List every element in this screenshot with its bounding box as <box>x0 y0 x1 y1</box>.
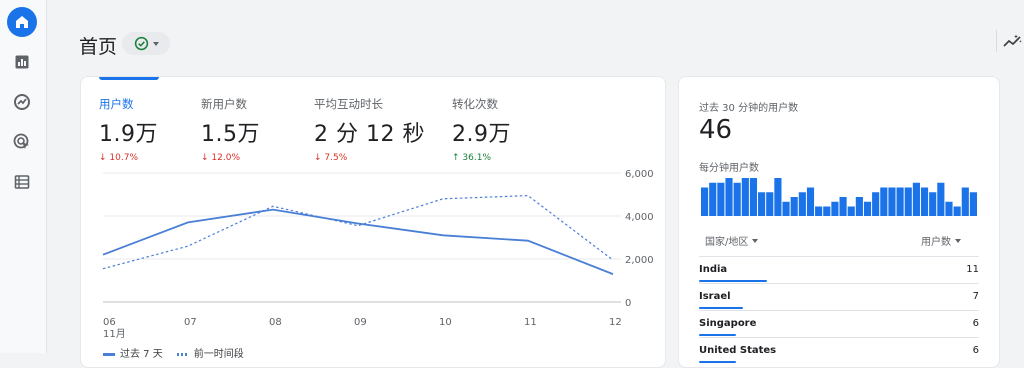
per-minute-bar <box>774 178 782 216</box>
per-minute-bar <box>701 187 709 216</box>
per-minute-bar <box>920 187 929 216</box>
x-tick-label: 11 <box>524 317 537 328</box>
y-tick-label: 0 <box>625 298 631 309</box>
insights-icon <box>1003 34 1022 47</box>
home-icon <box>16 16 28 28</box>
share-bar <box>699 334 737 336</box>
per-minute-bar <box>790 197 798 216</box>
per-minute-bar <box>912 182 920 216</box>
country-name: Israel <box>699 291 731 302</box>
realtime-users-value: 46 <box>699 115 733 145</box>
users-line-chart: 6,000 4,000 2,000 0 06 07 08 09 10 11 12 11月 <box>102 169 654 340</box>
y-tick-label: 4,000 <box>625 212 654 223</box>
nav-rail <box>0 0 47 353</box>
country-users: 11 <box>966 264 979 275</box>
data-status-dropdown[interactable] <box>122 32 170 55</box>
x-tick-label: 08 <box>269 317 282 328</box>
per-minute-bar <box>969 192 977 216</box>
per-minute-bar <box>798 192 806 216</box>
table-row: Singapore 6 <box>699 310 979 338</box>
per-minute-bar <box>904 187 912 216</box>
explore-nav-button[interactable] <box>12 92 32 112</box>
country-dimension-dropdown[interactable]: 国家/地区 <box>705 233 759 248</box>
per-minute-bar <box>863 201 872 216</box>
share-bar <box>699 307 743 309</box>
per-minute-bar-chart <box>701 178 977 216</box>
per-minute-bar <box>937 182 945 216</box>
realtime-title: 过去 30 分钟的用户数 <box>699 103 799 114</box>
x-tick-label: 09 <box>354 317 367 328</box>
x-tick-sublabel: 11月 <box>103 328 126 340</box>
per-minute-bar <box>823 206 831 216</box>
per-minute-bar <box>880 187 888 216</box>
users-metric-dropdown[interactable]: 用户数 <box>921 233 961 248</box>
overview-card: 用户数 1.9万 ↓ 10.7% 新用户数 1.5万 ↓ 12.0% 平均互动时… <box>80 76 666 368</box>
per-minute-bar <box>888 187 896 216</box>
per-minute-bar <box>855 197 863 216</box>
realtime-card: 过去 30 分钟的用户数 46 每分钟用户数 国家/地区 用户数 India 1… <box>678 76 1000 368</box>
reports-icon <box>15 55 29 69</box>
table-row: India 11 <box>699 256 979 284</box>
previous-period-line <box>102 194 614 270</box>
per-minute-bar <box>741 178 749 216</box>
per-minute-bar <box>896 187 904 216</box>
country-name: India <box>699 264 728 275</box>
per-minute-bar <box>815 206 823 216</box>
per-minute-bar <box>953 206 961 216</box>
per-minute-bar <box>839 197 847 216</box>
x-tick-label: 12 <box>609 317 622 328</box>
current-period-line <box>102 208 614 275</box>
country-name: United States <box>699 345 777 356</box>
home-nav-button[interactable] <box>7 7 37 37</box>
advertising-nav-button[interactable] <box>12 132 32 152</box>
per-minute-bar <box>782 201 790 216</box>
per-minute-label: 每分钟用户数 <box>699 163 759 174</box>
country-name: Singapore <box>699 318 757 329</box>
insights-button[interactable] <box>996 30 1023 52</box>
per-minute-bar <box>929 192 937 216</box>
country-users: 7 <box>972 291 979 302</box>
y-tick-label: 2,000 <box>625 255 654 266</box>
country-users: 6 <box>972 318 979 329</box>
chevron-down-icon <box>152 41 159 46</box>
y-tick-label: 6,000 <box>625 169 654 180</box>
configure-nav-button[interactable] <box>12 172 32 192</box>
per-minute-bar <box>725 178 733 216</box>
per-minute-bar <box>831 201 839 216</box>
per-minute-bar <box>758 192 766 216</box>
reports-nav-button[interactable] <box>12 52 32 72</box>
x-tick-label: 10 <box>439 317 452 328</box>
per-minute-bar <box>717 182 725 216</box>
configure-icon <box>14 175 30 189</box>
table-row: United States 6 <box>699 337 979 365</box>
per-minute-bar <box>806 187 815 216</box>
per-minute-bar <box>749 178 758 216</box>
advertising-icon <box>13 133 29 149</box>
per-minute-bar <box>766 192 774 216</box>
chevron-down-icon <box>955 238 961 243</box>
per-minute-bar <box>945 201 953 216</box>
page-title: 首页 <box>79 36 118 58</box>
x-tick-label: 07 <box>184 317 197 328</box>
check-circle-icon <box>134 36 148 51</box>
explore-icon <box>14 94 30 110</box>
x-tick-label: 06 <box>103 317 116 328</box>
table-row: Israel 7 <box>699 283 979 311</box>
country-users: 6 <box>972 345 979 356</box>
share-bar <box>699 361 737 363</box>
per-minute-bar <box>872 192 880 216</box>
per-minute-bar <box>961 187 969 216</box>
share-bar <box>699 280 767 282</box>
chevron-down-icon <box>752 238 759 243</box>
per-minute-bar <box>847 206 855 216</box>
per-minute-bar <box>709 182 717 216</box>
per-minute-bar <box>733 182 741 216</box>
